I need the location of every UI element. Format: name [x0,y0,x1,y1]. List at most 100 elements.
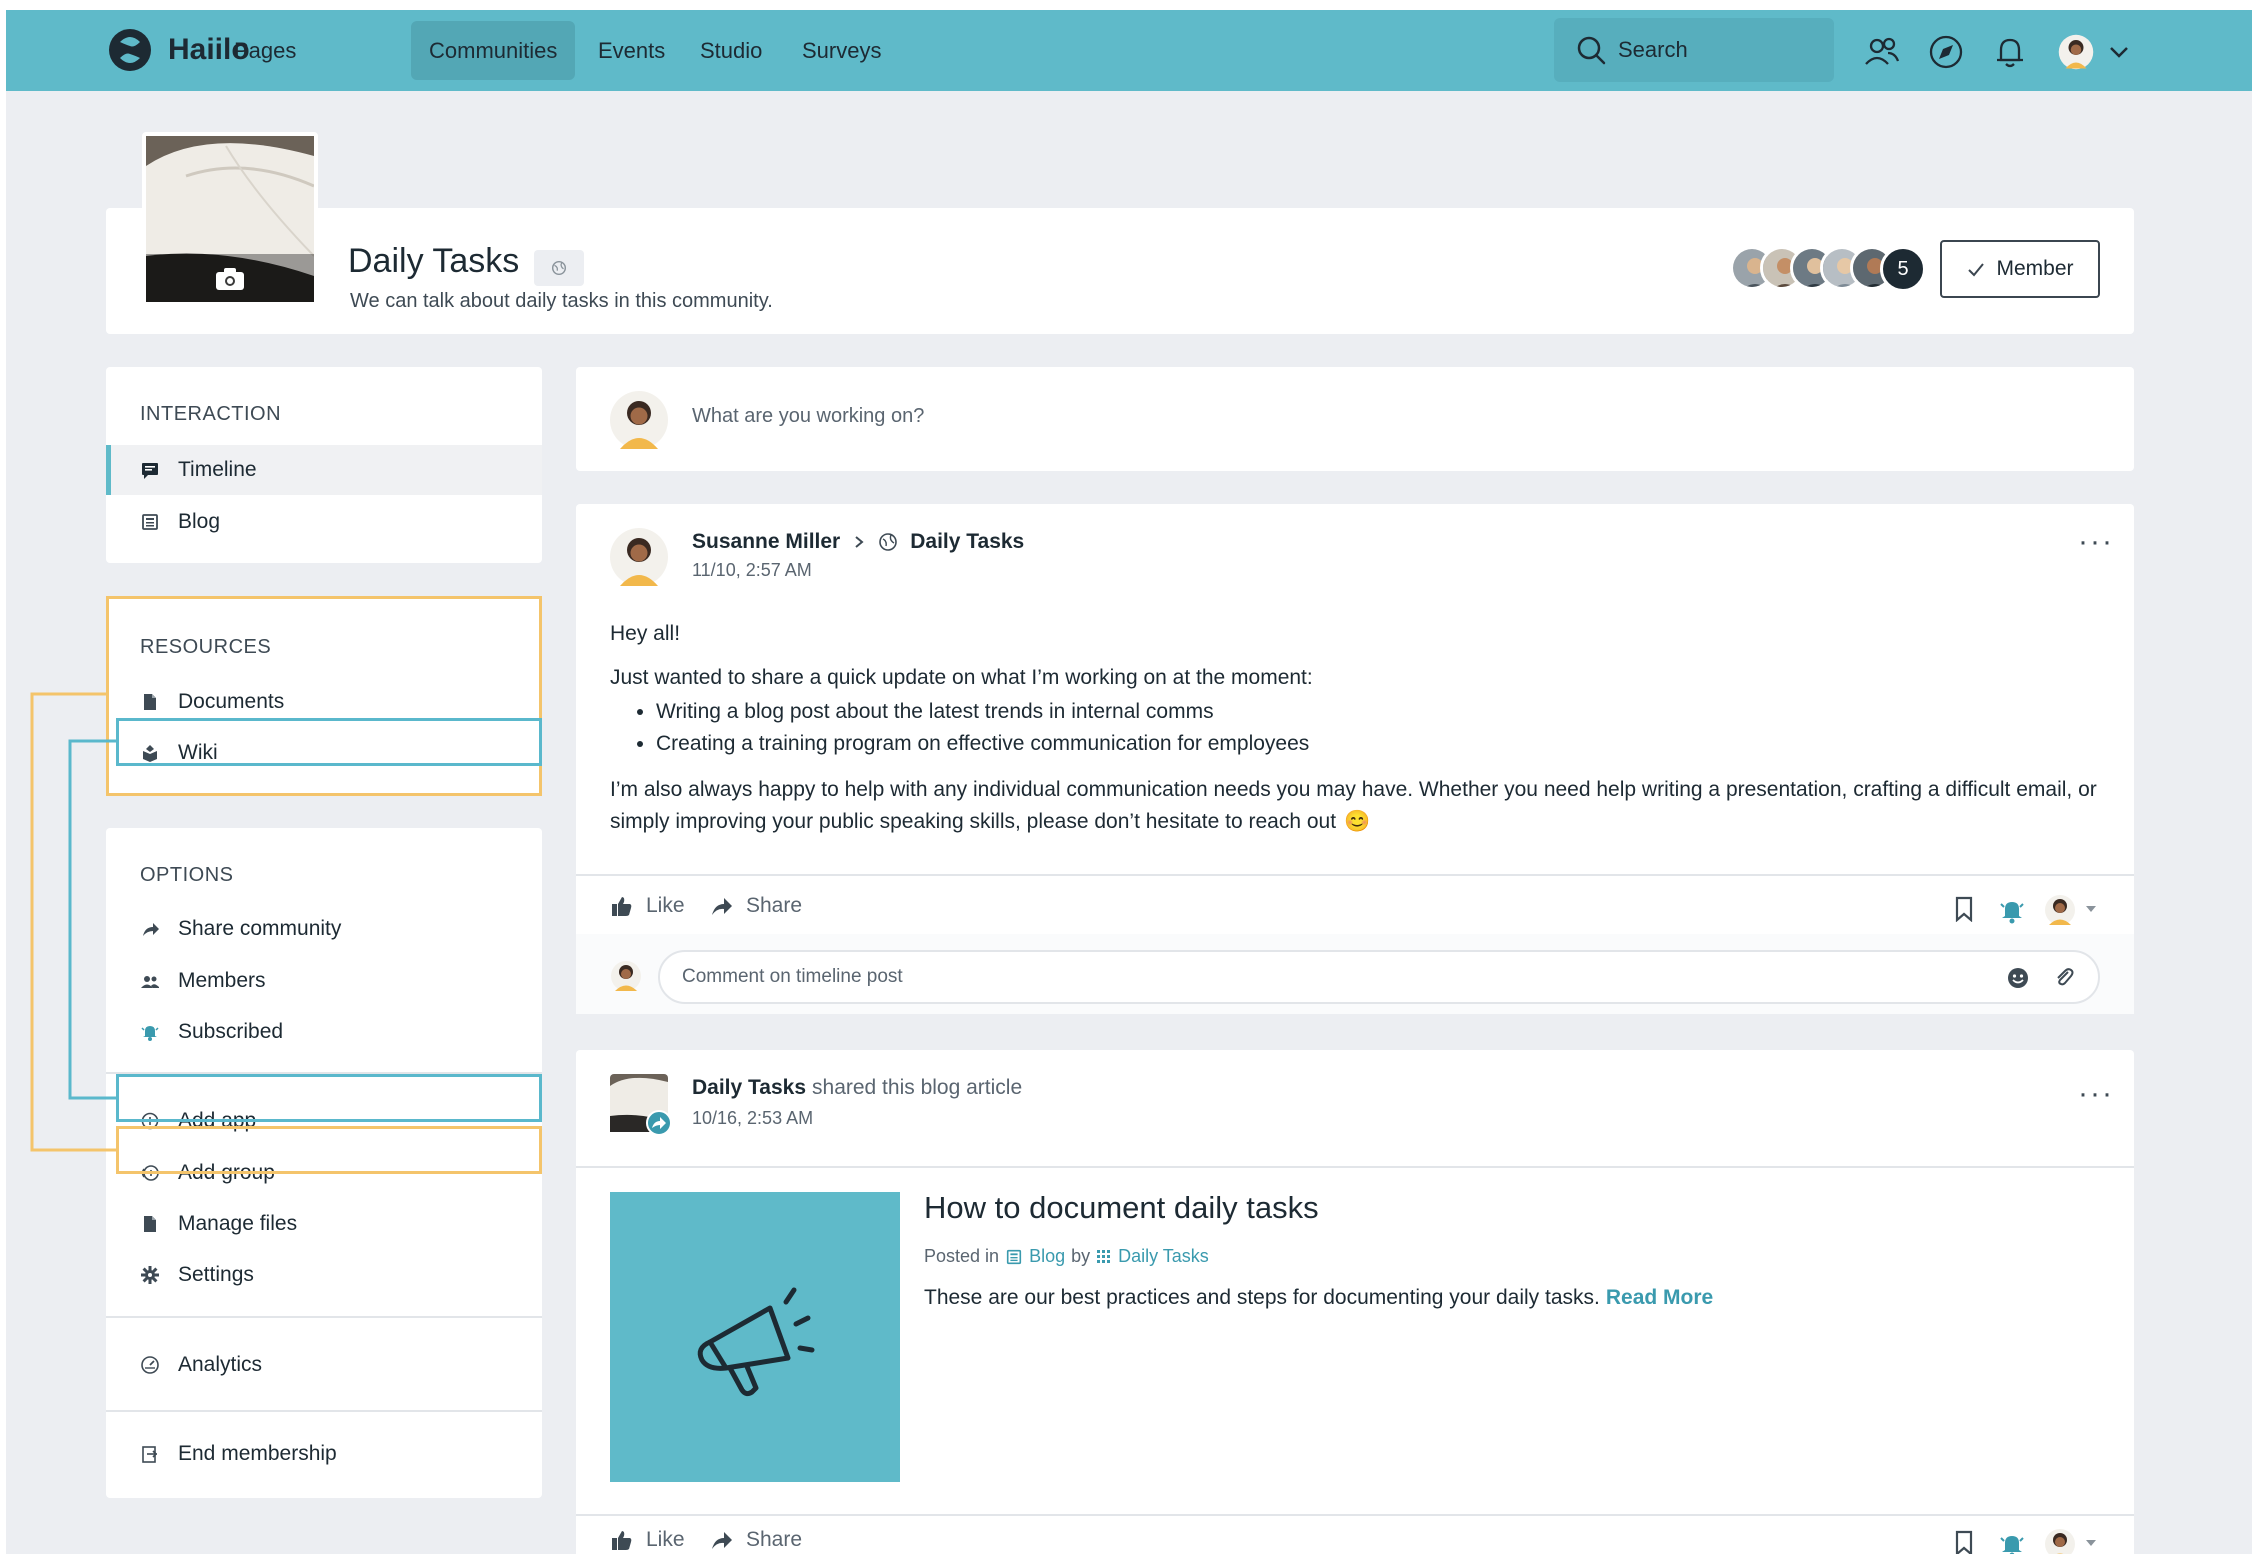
sidebar-item-timeline[interactable]: Timeline [106,445,542,495]
thumbs-up-icon [612,1531,632,1550]
sidebar-item-label: Subscribed [178,1020,284,1043]
post-greeting: Hey all! [610,622,681,645]
caret-down-icon[interactable] [2084,904,2098,914]
options-heading: OPTIONS [140,864,234,886]
camera-icon[interactable] [214,266,246,292]
sidebar-item-label: Members [178,969,266,992]
caret-down-icon[interactable] [2084,1538,2098,1548]
like-button[interactable]: Like [610,894,685,918]
share-badge-icon [646,1110,672,1136]
notification-bell-icon[interactable] [1990,32,2030,72]
grid-icon [1097,1249,1111,1263]
member-avatars[interactable]: 5 [1730,246,1926,292]
author-avatar[interactable] [610,528,668,586]
community-link[interactable]: Daily Tasks [1118,1246,1209,1267]
post-bullet-list: Writing a blog post about the latest tre… [656,696,1309,760]
sidebar-item-label: Settings [178,1263,254,1286]
like-button[interactable]: Like [610,1528,685,1552]
posted-in-label: Posted in [924,1246,1000,1266]
author-selector-avatar[interactable] [2044,1528,2076,1554]
timeline-icon [142,463,158,479]
by-label: by [1071,1246,1091,1266]
post-author[interactable]: Susanne Miller [692,530,840,554]
read-more-link[interactable]: Read More [1606,1286,1713,1310]
sidebar-item-share-community[interactable]: Share community [106,904,542,954]
post-composer[interactable]: What are you working on? [576,367,2134,471]
sidebar-item-label: Share community [178,917,342,940]
shared-blog-post: Daily Tasks shared this blog article 10/… [576,1050,2134,1554]
post-target-community[interactable]: Daily Tasks [910,530,1024,554]
search-icon [1577,36,1606,65]
share-label: Share [746,1528,803,1551]
search-input[interactable]: Search [1554,18,1834,82]
nav-events[interactable]: Events [580,21,683,80]
checkmark-icon [1968,263,1985,277]
post-timestamp: 11/10, 2:57 AM [692,560,812,580]
nav-pages[interactable]: Pages [216,21,314,80]
user-avatar[interactable] [2052,28,2100,76]
sidebar-item-manage-files[interactable]: Manage files [106,1199,542,1249]
member-button[interactable]: Member [1940,240,2100,298]
exit-icon [142,1446,158,1463]
article-posted-in: Posted in Blog by Daily Tasks [924,1246,1209,1267]
bookmark-icon[interactable] [1952,1530,1976,1554]
nav-surveys[interactable]: Surveys [784,21,899,80]
add-group-highlight [116,1126,542,1174]
sidebar-item-settings[interactable]: Settings [106,1250,542,1300]
post-action-text: shared this blog article [812,1076,1023,1099]
comment-input[interactable]: Comment on timeline post [658,950,2100,1004]
blog-icon [1006,1249,1022,1264]
app-window: Haiilo Pages Communities Events Studio S… [6,10,2252,1554]
share-button[interactable]: Share [710,1528,802,1552]
interaction-panel: INTERACTION Timeline Blog [106,367,542,563]
author-selector-avatar[interactable] [2044,894,2076,926]
like-label: Like [646,1528,685,1551]
sidebar-item-subscribed[interactable]: Subscribed [106,1007,542,1057]
top-navigation: Haiilo Pages Communities Events Studio S… [6,10,2252,91]
article-title[interactable]: How to document daily tasks [924,1190,1319,1226]
share-icon [712,898,732,915]
community-cover-image[interactable] [142,132,318,306]
article-image[interactable] [610,1192,900,1482]
attachment-icon[interactable] [2052,966,2076,990]
list-item: Creating a training program on effective… [656,728,1309,760]
more-options-icon[interactable]: ··· [2078,527,2114,557]
compass-icon[interactable] [1926,32,1966,72]
blog-icon [142,514,158,530]
chevron-down-icon[interactable] [2106,32,2132,72]
post-author[interactable]: Daily Tasks [692,1076,806,1100]
sidebar-item-end-membership[interactable]: End membership [106,1429,542,1479]
user-avatar [610,391,668,449]
divider [106,1316,542,1318]
timeline-post: Susanne Miller Daily Tasks 11/10, 2:57 A… [576,504,2134,1014]
divider [106,1410,542,1412]
sidebar-item-analytics[interactable]: Analytics [106,1340,542,1390]
nav-communities[interactable]: Communities [411,21,576,80]
community-description: We can talk about daily tasks in this co… [350,290,773,312]
sidebar-item-members[interactable]: Members [106,956,542,1006]
bookmark-icon[interactable] [1952,896,1976,922]
nav-studio[interactable]: Studio [682,21,780,80]
share-label: Share [746,894,803,917]
globe-icon [879,533,898,551]
community-title: Daily Tasks [348,242,520,280]
share-button[interactable]: Share [710,894,802,918]
post-intro: Just wanted to share a quick update on w… [610,666,1313,689]
share-icon [712,1532,732,1549]
emoji-icon[interactable] [2006,966,2030,990]
resources-highlight [106,596,542,796]
blog-link[interactable]: Blog [1029,1246,1065,1267]
search-label: Search [1618,37,1688,62]
commenter-avatar [611,961,641,991]
people-icon[interactable] [1862,32,1902,72]
post-closing-line-1: I’m also always happy to help with any i… [610,778,2097,801]
more-options-icon[interactable]: ··· [2078,1079,2114,1109]
sidebar-item-blog[interactable]: Blog [106,497,542,547]
subscribe-bell-icon[interactable] [1998,896,2026,924]
community-avatar[interactable] [610,1074,672,1136]
like-label: Like [646,894,685,917]
subscribe-bell-icon[interactable] [1998,1530,2026,1554]
divider [576,1166,2134,1168]
comment-placeholder: Comment on timeline post [682,966,903,987]
members-icon [141,976,159,988]
